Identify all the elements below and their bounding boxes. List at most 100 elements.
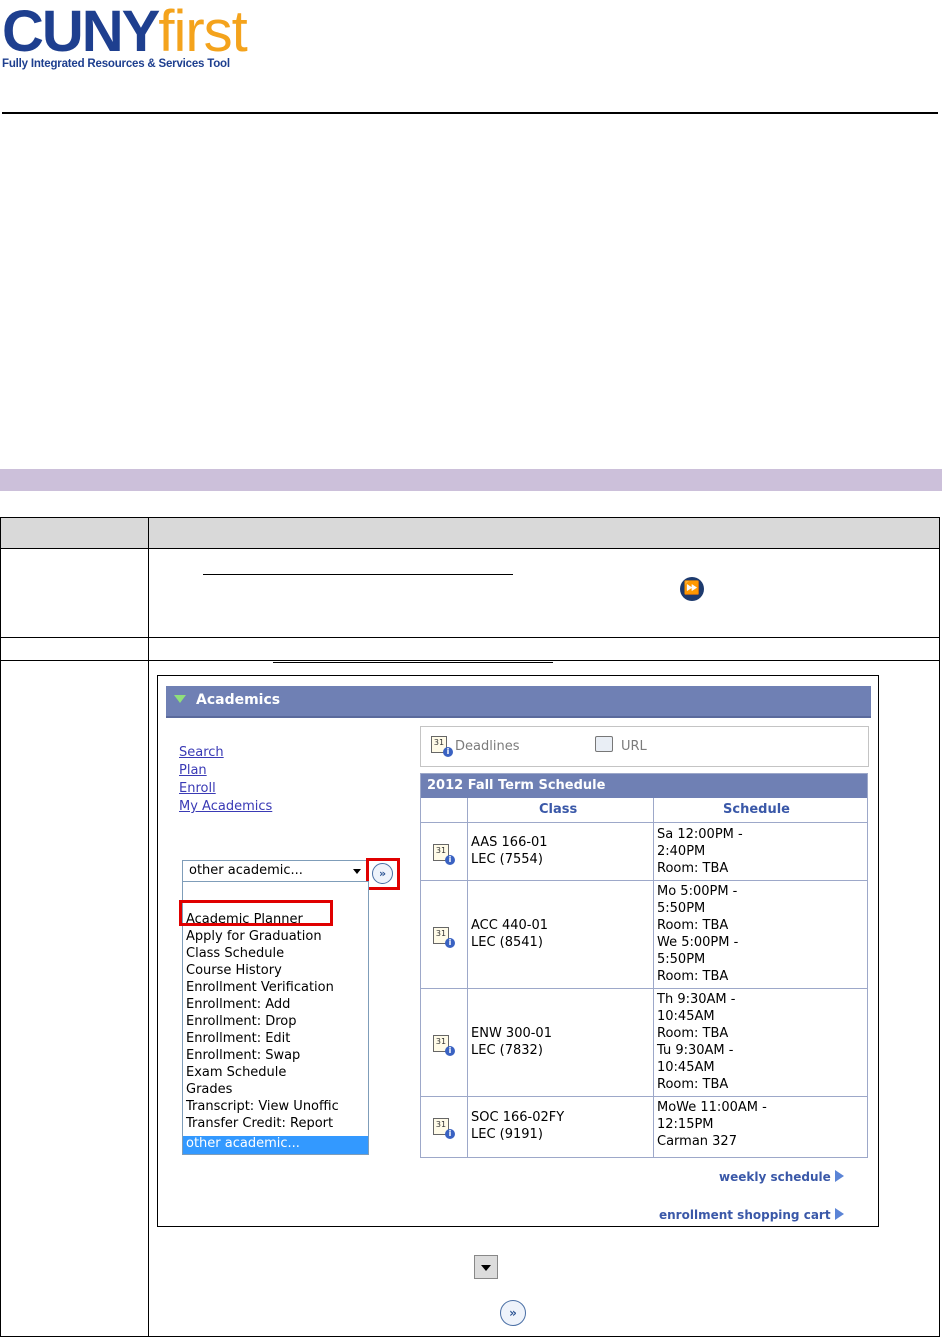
action-cell-2 (148, 637, 940, 661)
collapse-triangle-icon[interactable] (174, 695, 186, 703)
option-exam-schedule[interactable]: Exam Schedule (186, 1064, 286, 1081)
step-cell-2 (0, 637, 149, 661)
logo-cuny: CUNY (2, 0, 160, 64)
row-divider (421, 880, 867, 881)
class-cell: AAS 166-01 LEC (7554) (471, 834, 548, 868)
go-double-arrow-icon[interactable]: » (372, 863, 393, 884)
chevron-down-icon (353, 869, 361, 874)
shopping-cart-link[interactable]: enrollment shopping cart (659, 1208, 844, 1222)
step-cell-3 (0, 660, 149, 1337)
option-enrollment-drop[interactable]: Enrollment: Drop (186, 1013, 296, 1030)
academics-header[interactable]: Academics (166, 686, 871, 718)
go-double-arrow-icon: » (500, 1300, 526, 1326)
arrow-right-icon (834, 1170, 844, 1182)
step-cell-1 (0, 548, 149, 638)
schedule-cell: Sa 12:00PM - 2:40PM Room: TBA (657, 826, 743, 877)
class-column-header: Class (539, 802, 578, 817)
academics-title: Academics (196, 692, 281, 708)
schedule-line: 10:45AM (657, 1009, 715, 1024)
option-class-schedule[interactable]: Class Schedule (186, 945, 284, 962)
go-button-highlight: » (366, 858, 400, 890)
link-enroll[interactable]: Enroll (179, 781, 216, 796)
other-academic-select[interactable]: other academic... (182, 860, 368, 882)
link-search[interactable]: Search (179, 745, 224, 760)
deadlines-icon[interactable]: 31 i (431, 736, 453, 757)
schedule-line: Th 9:30AM - (657, 992, 736, 1007)
schedule-line: 5:50PM (657, 952, 706, 967)
schedule-caption: 2012 Fall Term Schedule (421, 774, 867, 798)
row-divider (421, 1096, 867, 1097)
col-divider (467, 798, 468, 1157)
logo-first: first (158, 0, 247, 64)
header-rule (2, 112, 938, 114)
action-header-cell (148, 517, 940, 549)
option-other-academic[interactable]: other academic... (186, 1135, 300, 1152)
schedule-line: 5:50PM (657, 901, 706, 916)
class-section: LEC (7554) (471, 852, 543, 867)
weekly-schedule-link[interactable]: weekly schedule (719, 1170, 844, 1184)
link-my-academics[interactable]: My Academics (179, 799, 272, 814)
schedule-column-header: Schedule (723, 802, 790, 817)
class-cell: ACC 440-01 LEC (8541) (471, 917, 548, 951)
class-section: LEC (9191) (471, 1127, 543, 1142)
url-link[interactable]: URL (621, 739, 647, 754)
class-code[interactable]: ENW 300-01 (471, 1025, 552, 1042)
schedule-line: Room: TBA (657, 1026, 729, 1041)
option-enrollment-verification[interactable]: Enrollment Verification (186, 979, 334, 996)
class-cell: SOC 166-02FY LEC (9191) (471, 1109, 564, 1143)
schedule-line: Room: TBA (657, 861, 729, 876)
academic-planner-highlight (179, 900, 333, 926)
logo-tagline: Fully Integrated Resources & Services To… (2, 58, 230, 70)
schedule-line: Carman 327 (657, 1134, 737, 1149)
schedule-line: Sa 12:00PM - (657, 827, 743, 842)
schedule-line: We 5:00PM - (657, 935, 739, 950)
schedule-line: Room: TBA (657, 1077, 729, 1092)
step-header-cell (0, 517, 149, 549)
schedule-line: 12:15PM (657, 1117, 714, 1132)
col-divider (653, 798, 654, 1157)
class-code[interactable]: AAS 166-01 (471, 834, 548, 851)
underline-blank-2 (273, 662, 553, 663)
option-enrollment-edit[interactable]: Enrollment: Edit (186, 1030, 290, 1047)
dropdown-arrow-icon (474, 1255, 498, 1279)
row-divider (421, 822, 867, 823)
option-course-history[interactable]: Course History (186, 962, 282, 979)
class-detail-icon[interactable]: 31 i (433, 844, 455, 865)
class-detail-icon[interactable]: 31 i (433, 1035, 455, 1056)
deadlines-link[interactable]: Deadlines (455, 739, 519, 754)
schedule-line: MoWe 11:00AM - (657, 1100, 767, 1115)
logo-wordmark: CUNYfirst (2, 3, 248, 61)
class-detail-icon[interactable]: 31 i (433, 1118, 455, 1139)
underline-blank-1 (203, 574, 513, 575)
arrow-right-icon (834, 1208, 844, 1220)
select-value: other academic... (189, 863, 303, 878)
class-code[interactable]: SOC 166-02FY (471, 1109, 564, 1126)
schedule-line: 10:45AM (657, 1060, 715, 1075)
schedule-cell: Th 9:30AM - 10:45AM Room: TBA Tu 9:30AM - 10… (657, 991, 735, 1093)
class-code[interactable]: ACC 440-01 (471, 917, 548, 934)
academics-screenshot: Academics Search Plan Enroll My Academic… (157, 675, 879, 1227)
cunyfirst-logo: CUNYfirst Fully Integrated Resources & S… (2, 3, 248, 71)
option-enrollment-add[interactable]: Enrollment: Add (186, 996, 290, 1013)
schedule-line: Mo 5:00PM - (657, 884, 738, 899)
option-apply-graduation[interactable]: Apply for Graduation (186, 928, 322, 945)
fast-forward-icon: ⏩ (680, 577, 704, 601)
info-links-box: 31 i Deadlines URL (420, 726, 869, 767)
class-detail-icon[interactable]: 31 i (433, 927, 455, 948)
section-band (0, 469, 942, 491)
option-transfer-credit[interactable]: Transfer Credit: Report (186, 1115, 333, 1132)
option-enrollment-swap[interactable]: Enrollment: Swap (186, 1047, 300, 1064)
schedule-cell: Mo 5:00PM - 5:50PM Room: TBA We 5:00PM - 5:5… (657, 883, 738, 985)
schedule-table: 2012 Fall Term Schedule Class Schedule 3… (420, 773, 868, 1158)
schedule-cell: MoWe 11:00AM - 12:15PM Carman 327 (657, 1099, 767, 1150)
schedule-line: Room: TBA (657, 918, 729, 933)
shopping-cart-label: enrollment shopping cart (659, 1208, 831, 1222)
option-grades[interactable]: Grades (186, 1081, 232, 1098)
class-section: LEC (8541) (471, 935, 543, 950)
option-transcript[interactable]: Transcript: View Unoffic (186, 1098, 339, 1115)
link-plan[interactable]: Plan (179, 763, 207, 778)
url-icon[interactable] (595, 736, 613, 752)
schedule-line: Tu 9:30AM - (657, 1043, 734, 1058)
schedule-line: Room: TBA (657, 969, 729, 984)
class-section: LEC (7832) (471, 1043, 543, 1058)
